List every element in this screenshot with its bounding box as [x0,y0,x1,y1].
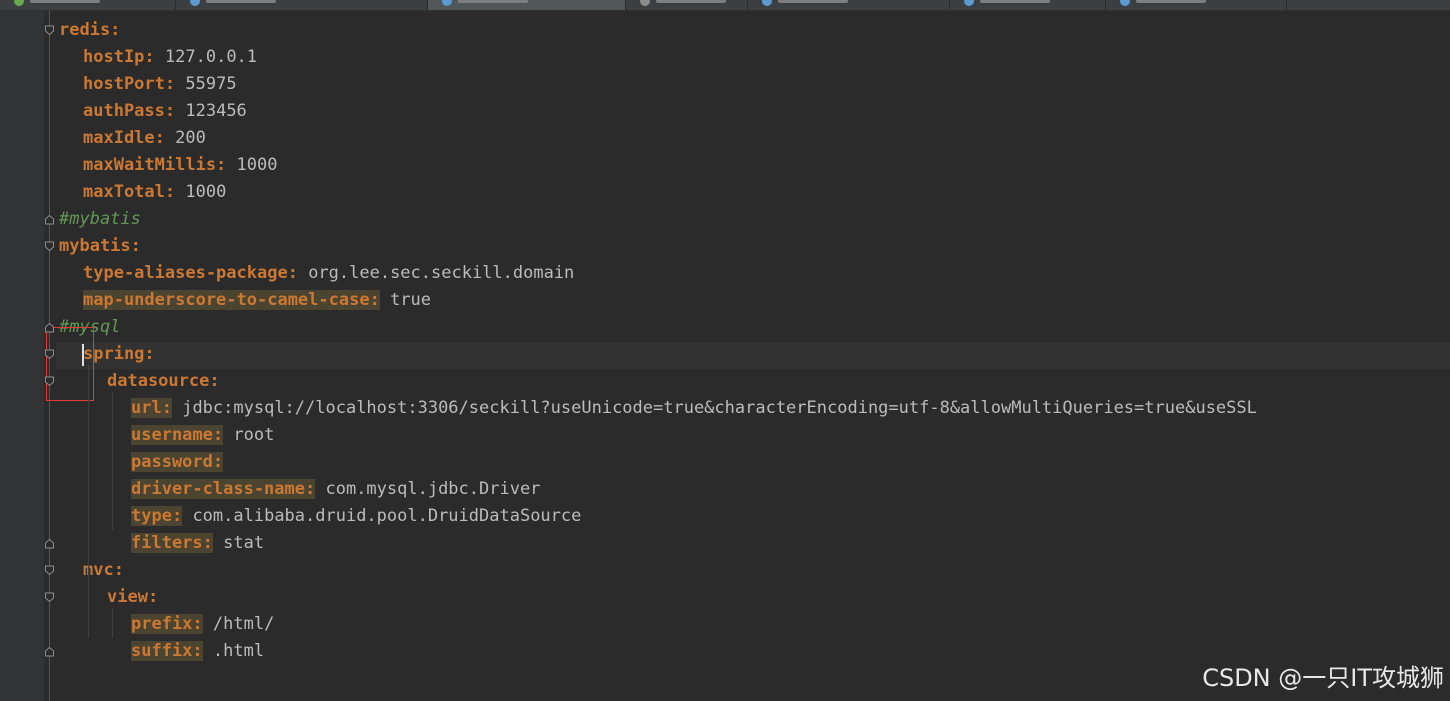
yaml-value: 127.0.0.1 [164,47,258,67]
yaml-line: type: com.alibaba.druid.pool.DruidDataSo… [131,503,581,530]
yaml-line: mvc: [83,557,124,584]
yaml-line: redis: [59,17,120,44]
comment-line: #mybatis [59,206,141,233]
yaml-line: username: root [131,422,274,449]
tab-label [30,0,100,3]
yaml-key: filters: [131,533,213,553]
indent-guide [88,581,89,638]
yaml-line: maxIdle: 200 [83,125,206,152]
yaml-key: url: [131,398,172,418]
yaml-value: .html [212,641,265,661]
fold-marker-icon[interactable] [44,241,55,252]
blue-circle-icon [964,0,974,6]
yaml-line: hostPort: 55975 [83,71,237,98]
editor-tab[interactable] [950,0,1106,10]
yaml-value: true [390,290,432,310]
fold-marker-icon[interactable] [44,376,55,387]
yaml-line: datasource: [107,368,220,395]
tab-label [656,0,726,3]
yaml-value: 123456 [185,101,247,121]
tab-label [206,0,276,3]
editor-tab-bar [0,0,1450,11]
yaml-line: mybatis: [59,233,141,260]
yaml-key: hostPort: [83,74,176,94]
yaml-key: mybatis: [59,236,141,256]
yaml-value: jdbc:mysql://localhost:3306/seckill?useU… [182,398,1257,418]
tab-label [1136,0,1206,3]
fold-marker-icon[interactable] [44,214,55,225]
tab-label [980,0,1050,3]
yaml-line: password: [131,449,224,476]
gray-icon [640,0,650,6]
editor-tab[interactable] [0,0,176,10]
yaml-key: type: [131,506,183,526]
yaml-value: 200 [175,128,206,148]
indent-guide [88,365,89,584]
yaml-value: com.mysql.jdbc.Driver [325,479,541,499]
yaml-line: view: [107,584,158,611]
fold-marker-icon[interactable] [44,592,55,603]
editor-gutter [0,11,44,701]
yaml-key: maxIdle: [83,128,165,148]
indent-guide [112,392,113,530]
yaml-line: map-underscore-to-camel-case: true [83,287,431,314]
fold-marker-icon[interactable] [44,25,55,36]
editor-tab[interactable] [176,0,428,10]
yaml-line: driver-class-name: com.mysql.jdbc.Driver [131,476,540,503]
yaml-value: root [233,425,275,445]
indent-guide [112,608,113,638]
yaml-line: filters: stat [131,530,264,557]
green-dot-icon [14,0,24,6]
yaml-line: authPass: 123456 [83,98,247,125]
blue-circle-icon [762,0,772,6]
editor-tab[interactable] [626,0,748,10]
yaml-key: redis: [59,20,121,40]
fold-marker-icon[interactable] [44,538,55,549]
yaml-value: org.lee.sec.seckill.domain [308,263,575,283]
yaml-line: maxTotal: 1000 [83,179,226,206]
yaml-key: mvc: [83,560,124,580]
yaml-key: driver-class-name: [131,479,316,499]
current-line-highlight [56,342,1450,369]
editor-tab[interactable] [748,0,950,10]
editor-tab[interactable] [1106,0,1287,10]
yaml-value: /html/ [212,614,275,634]
yaml-key: type-aliases-package: [83,263,298,283]
fold-marker-icon[interactable] [44,322,55,333]
yaml-key: suffix: [131,641,203,661]
yaml-line: maxWaitMillis: 1000 [83,152,278,179]
yaml-line: suffix: .html [131,638,264,665]
blue-circle-icon [1120,0,1130,6]
yaml-line: prefix: /html/ [131,611,274,638]
yaml-value: com.alibaba.druid.pool.DruidDataSource [192,506,582,526]
tab-label [778,0,848,3]
yaml-value: 1000 [185,182,227,202]
annotation-red-box [46,327,94,401]
fold-marker-icon[interactable] [44,565,55,576]
yaml-value: 55975 [185,74,237,94]
yaml-key: map-underscore-to-camel-case: [83,290,380,310]
yaml-value: stat [223,533,265,553]
yaml-key: password: [131,452,224,472]
yaml-key: maxWaitMillis: [83,155,227,175]
yaml-key: view: [107,587,159,607]
yaml-key: hostIp: [83,47,155,67]
csdn-watermark: CSDN @一只IT攻城狮 [1202,664,1444,692]
fold-marker-icon[interactable] [44,646,55,657]
gear-icon [442,0,452,6]
gear-icon [190,0,200,6]
yaml-key: prefix: [131,614,203,634]
yaml-line: url: jdbc:mysql://localhost:3306/seckill… [131,395,1257,422]
yaml-line: hostIp: 127.0.0.1 [83,44,257,71]
tab-label [458,0,528,3]
yaml-key: maxTotal: [83,182,176,202]
fold-marker-icon[interactable] [44,349,55,360]
yaml-line: type-aliases-package: org.lee.sec.seckil… [83,260,574,287]
yaml-value: 1000 [236,155,278,175]
yaml-key: username: [131,425,224,445]
yaml-key: authPass: [83,101,176,121]
editor-tab[interactable] [428,0,626,10]
yaml-comment: #mybatis [59,209,141,229]
yaml-key: datasource: [107,371,220,391]
